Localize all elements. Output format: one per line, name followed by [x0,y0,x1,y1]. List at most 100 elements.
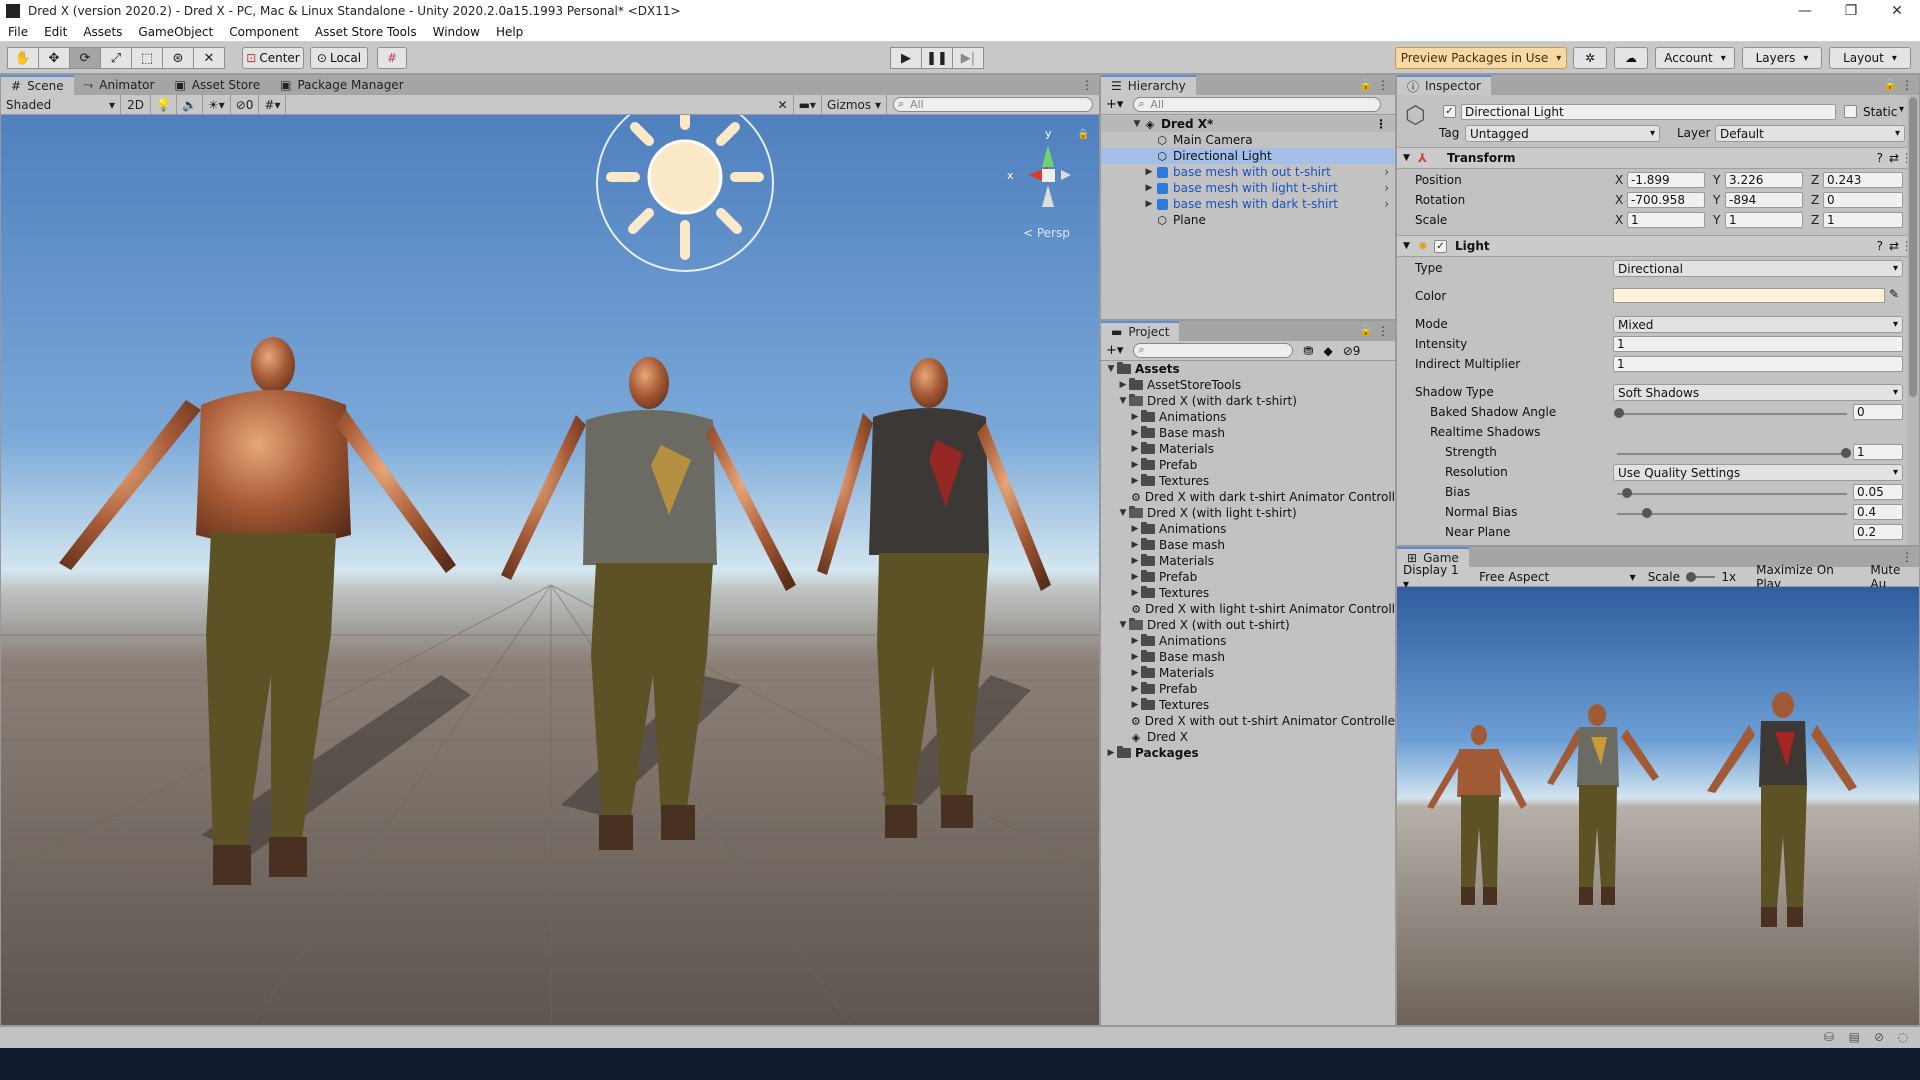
transform-header[interactable]: ▼ ⅄ Transform ? ⇄ ⋮ [1397,147,1919,169]
light-enabled-checkbox[interactable]: ✓ [1433,239,1447,253]
collapse-arrow-icon[interactable]: ▶ [1129,556,1141,566]
transform-tool-icon[interactable]: ⊛ [162,47,194,69]
rotation-z-field[interactable]: 0 [1823,192,1903,208]
collapse-arrow-icon[interactable]: ▶ [1129,540,1141,550]
hidden-objects-toggle[interactable]: ⊘ 0 [231,94,260,115]
normal-bias-slider-knob[interactable] [1642,508,1652,518]
collapse-arrow-icon[interactable]: ▶ [1129,700,1141,710]
collapse-arrow-icon[interactable]: ▶ [1129,652,1141,662]
cache-server-icon[interactable]: ⛁ [1824,1030,1834,1044]
project-item[interactable]: ▶ Base mash [1101,537,1395,553]
collapse-arrow-icon[interactable]: ▶ [1129,524,1141,534]
collapse-arrow-icon[interactable]: ▶ [1143,183,1155,193]
active-checkbox[interactable]: ✓ [1443,105,1456,118]
collapse-arrow-icon[interactable]: ▶ [1143,167,1155,177]
audio-toggle-icon[interactable]: 🔈 [177,94,203,115]
filter-label-icon[interactable]: ◆ [1323,344,1332,358]
menu-help[interactable]: Help [488,25,531,39]
tab-project[interactable]: ▬ Project [1101,321,1180,341]
scene-viewport[interactable]: y x < Persp 🔒 [1,115,1099,1025]
project-item[interactable]: ▶ Animations [1101,409,1395,425]
tab-inspector[interactable]: ⓘ Inspector [1397,75,1491,95]
lock-icon[interactable]: 🔒 [1359,78,1373,91]
rect-tool-icon[interactable]: ⬚ [131,47,163,69]
hierarchy-item-prefab-dark-shirt[interactable]: ▶ base mesh with dark t-shirt › [1101,196,1395,212]
resolution-dropdown[interactable]: Use Quality Settings [1613,464,1903,481]
expand-arrow-icon[interactable]: ▼ [1105,364,1117,374]
project-item[interactable]: ▼ Assets [1101,361,1395,377]
inspector-scrollbar-thumb[interactable] [1909,97,1917,397]
hierarchy-search-input[interactable]: All [1133,97,1382,112]
help-icon[interactable]: ? [1877,239,1883,253]
hierarchy-item-directional-light[interactable]: ⬡ Directional Light [1101,148,1395,164]
project-item[interactable]: ▶ Prefab [1101,681,1395,697]
menu-file[interactable]: File [0,25,36,39]
object-name-field[interactable]: Directional Light [1461,104,1836,120]
hierarchy-item-prefab-no-shirt[interactable]: ▶ base mesh with out t-shirt › [1101,164,1395,180]
lighting-toggle-icon[interactable]: 💡 [151,94,177,115]
project-item[interactable]: ▶ Prefab [1101,457,1395,473]
bias-field[interactable]: 0.05 [1853,484,1903,500]
project-item[interactable]: ▶ Packages [1101,745,1395,761]
project-item[interactable]: ▶ Base mash [1101,425,1395,441]
light-color-swatch[interactable] [1613,288,1885,303]
tab-package-manager[interactable]: ▣ Package Manager [270,75,414,95]
project-item[interactable]: ▶ Animations [1101,521,1395,537]
project-item[interactable]: ⚙ Dred X with out t-shirt Animator Contro… [1101,713,1395,729]
preset-icon[interactable]: ⇄ [1889,239,1899,253]
shading-dropdown[interactable]: Shaded ▾ [1,94,121,115]
collapse-arrow-icon[interactable]: ▶ [1129,588,1141,598]
strength-field[interactable]: 1 [1853,444,1903,460]
scale-x-field[interactable]: 1 [1627,212,1705,228]
rotate-tool-icon[interactable]: ⟳ [69,47,101,69]
scale-z-field[interactable]: 1 [1823,212,1903,228]
tools-icon[interactable]: ✕ [773,94,794,115]
tab-asset-store[interactable]: ▣ Asset Store [164,75,270,95]
chevron-right-icon[interactable]: › [1384,181,1389,195]
grid-dropdown-icon[interactable]: #▾ [259,94,287,115]
lock-icon[interactable]: 🔒 [1359,324,1373,337]
project-item[interactable]: ▶ AssetStoreTools [1101,377,1395,393]
lock-icon[interactable]: 🔒 [1883,78,1897,91]
collapse-arrow-icon[interactable]: ▶ [1129,460,1141,470]
project-item[interactable]: ▶ Animations [1101,633,1395,649]
step-icon[interactable]: ▶| [952,47,984,69]
filter-type-icon[interactable]: ⛃ [1303,344,1313,358]
tab-animator[interactable]: ⤳ Animator [74,75,165,95]
intensity-field[interactable]: 1 [1613,336,1903,352]
project-item[interactable]: ▶ Materials [1101,441,1395,457]
expand-arrow-icon[interactable]: ▼ [1117,396,1129,406]
projection-label[interactable]: < Persp [1023,226,1070,240]
pivot-center-button[interactable]: ⊡ Center [242,47,304,69]
tab-hierarchy[interactable]: ☰ Hierarchy [1101,75,1196,95]
scene-menu-dots-icon[interactable]: ⋮ [1375,117,1387,131]
menu-window[interactable]: Window [425,25,488,39]
hidden-packages-toggle[interactable]: ⊘9 [1343,344,1361,358]
project-item[interactable]: ▶ Base mash [1101,649,1395,665]
project-item[interactable]: ▶ Textures [1101,473,1395,489]
collapse-arrow-icon[interactable]: ▶ [1129,636,1141,646]
close-button[interactable]: ✕ [1874,0,1920,22]
strength-slider-knob[interactable] [1841,448,1851,458]
tag-dropdown[interactable]: Untagged [1465,125,1660,142]
pause-icon[interactable]: ❚❚ [921,47,953,69]
light-mode-dropdown[interactable]: Mixed [1613,316,1903,333]
near-plane-field[interactable]: 0.2 [1853,524,1903,540]
project-item[interactable]: ⚙ Dred X with light t-shirt Animator Cont… [1101,601,1395,617]
preview-packages-button[interactable]: Preview Packages in Use [1395,47,1567,69]
services-icon[interactable]: ✲ [1573,47,1607,69]
pivot-local-button[interactable]: ⊙ Local [310,47,368,69]
layout-dropdown[interactable]: Layout [1829,47,1911,69]
scene-root-row[interactable]: ▼ ◈ Dred X* ⋮ [1101,116,1395,132]
rotation-y-field[interactable]: -894 [1725,192,1803,208]
move-tool-icon[interactable]: ✥ [38,47,70,69]
aspect-dropdown[interactable]: Free Aspect ▾ [1479,570,1636,584]
project-item[interactable]: ▶ Textures [1101,585,1395,601]
collapse-arrow-icon[interactable]: ▶ [1129,572,1141,582]
scale-tool-icon[interactable]: ⤢ [100,47,132,69]
maximize-button[interactable]: ❐ [1828,0,1874,22]
preset-icon[interactable]: ⇄ [1889,151,1899,165]
static-dropdown-icon[interactable]: ▾ [1899,104,1904,115]
inspector-scrollbar[interactable] [1907,95,1919,545]
normal-bias-field[interactable]: 0.4 [1853,504,1903,520]
